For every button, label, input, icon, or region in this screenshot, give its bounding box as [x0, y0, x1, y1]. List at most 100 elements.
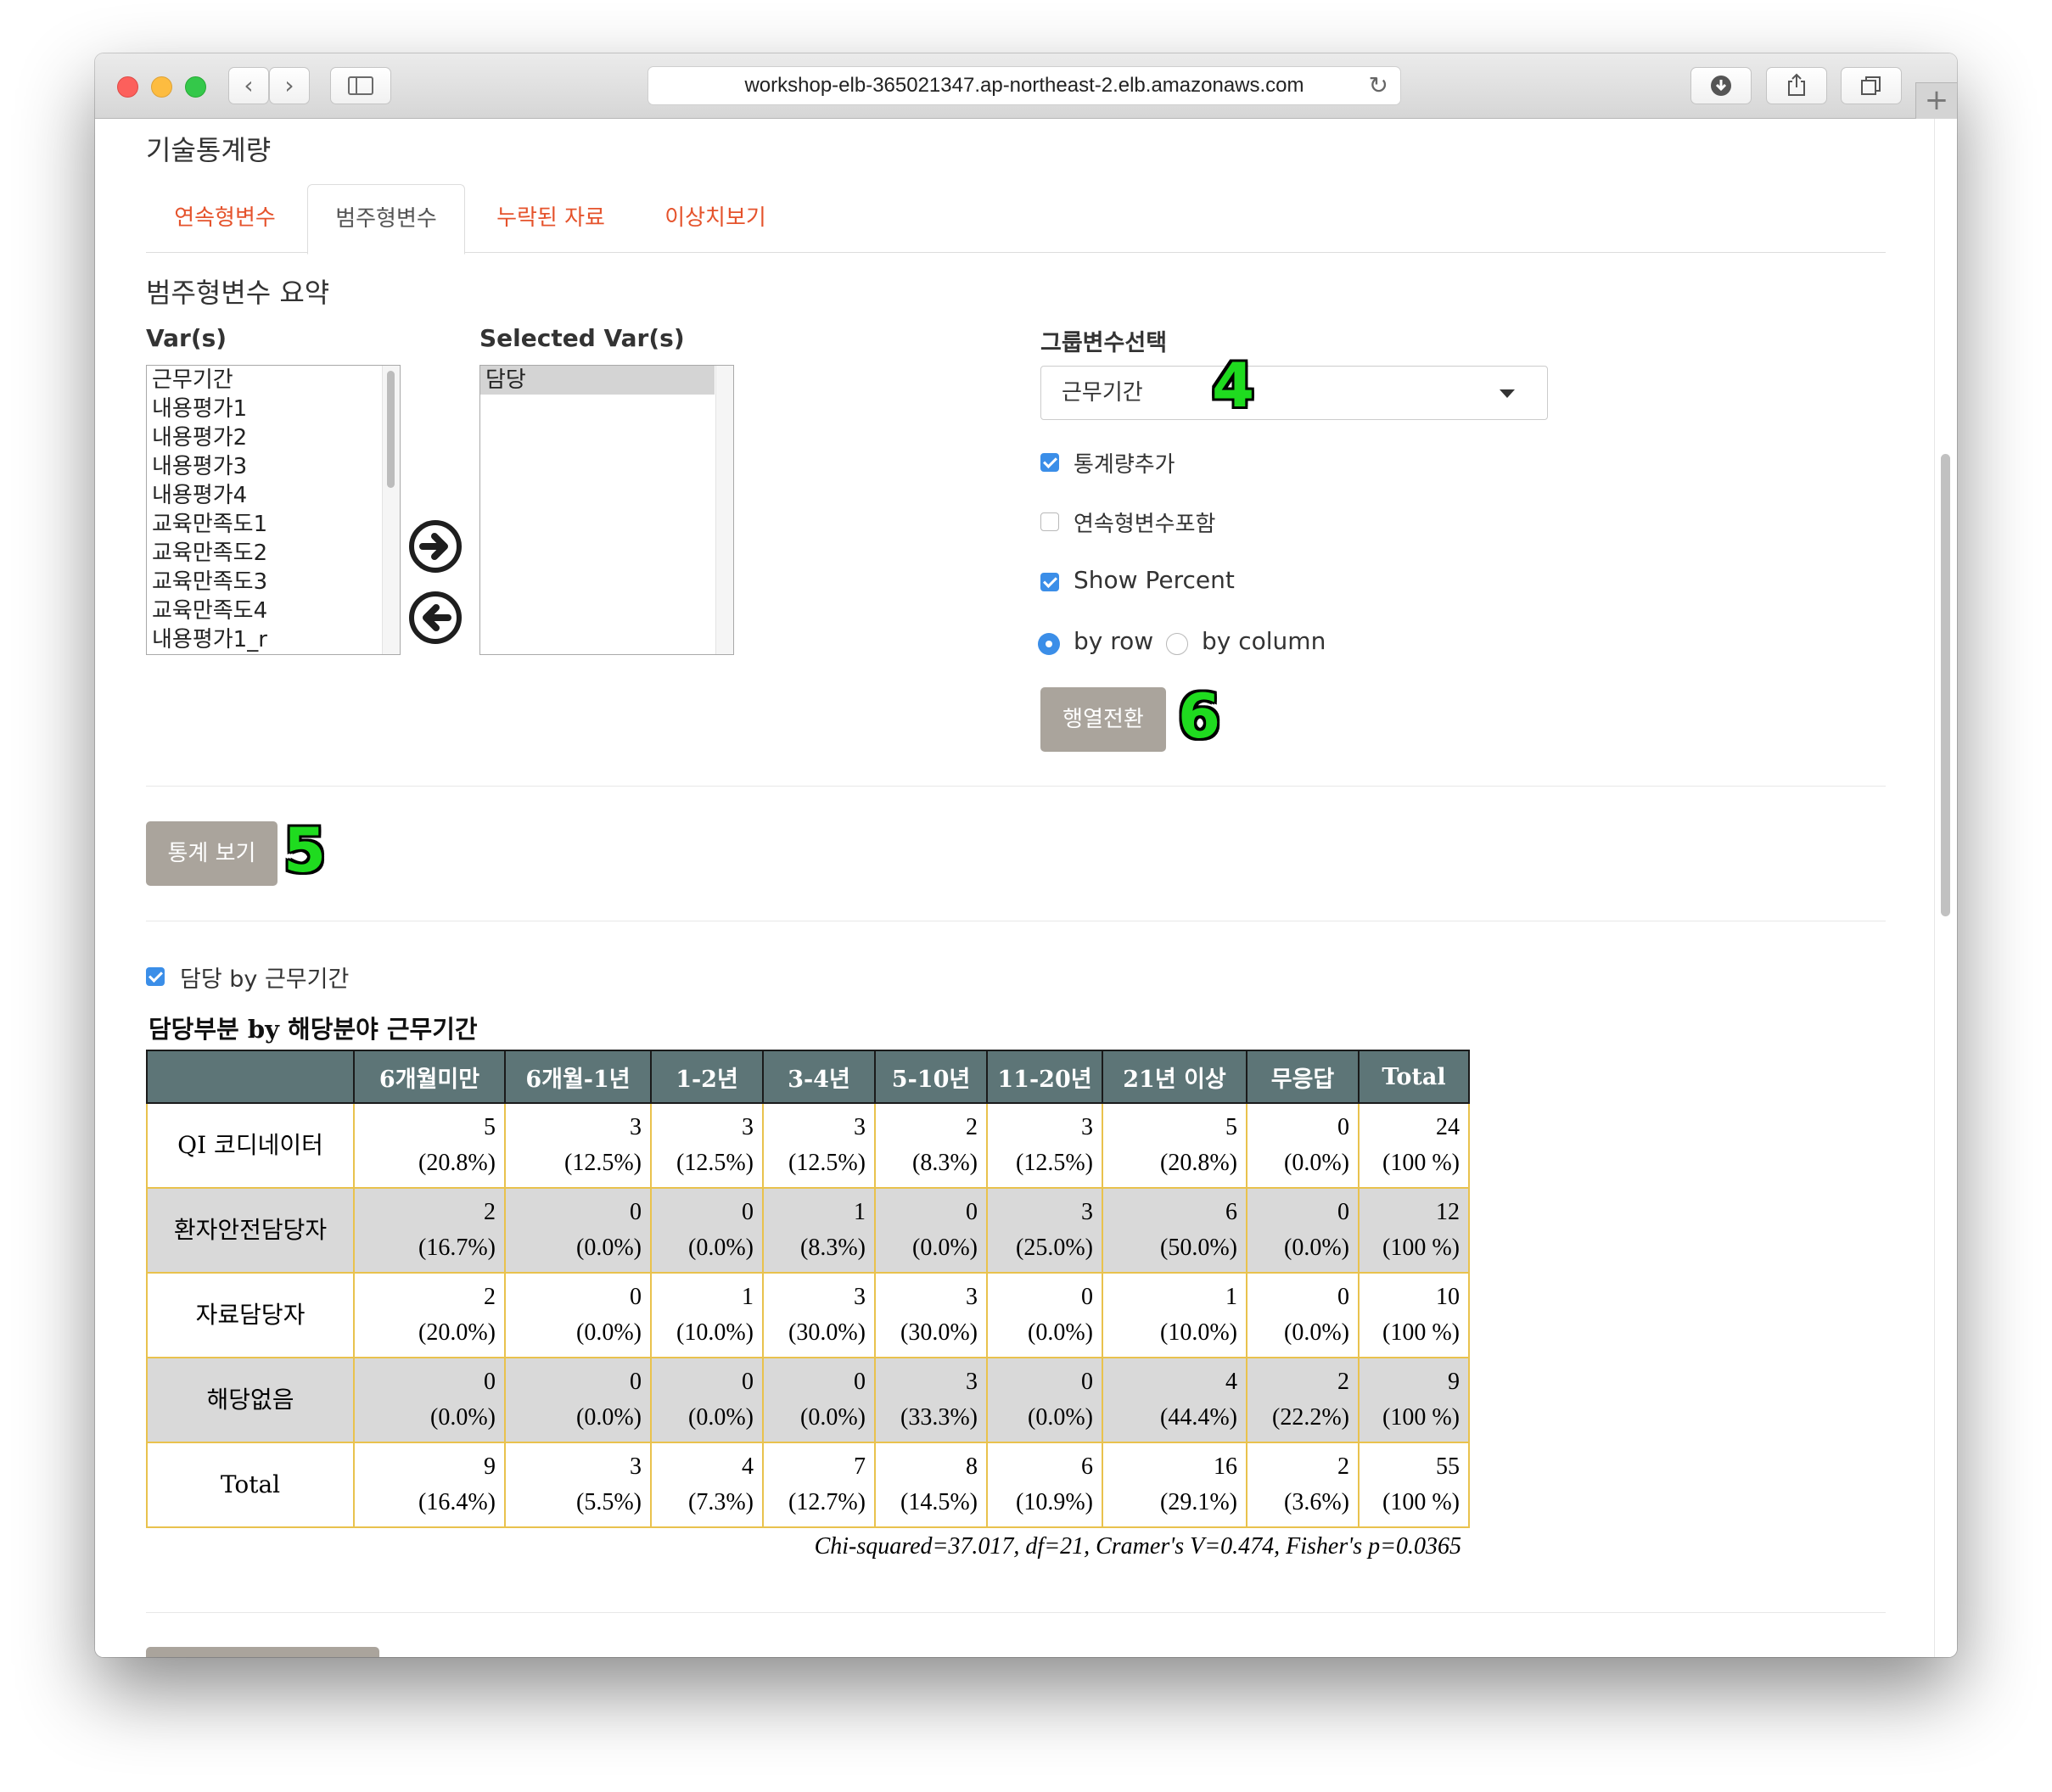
tab-missing[interactable]: 누락된 자료: [468, 184, 633, 252]
list-item[interactable]: 내용평가2: [147, 423, 400, 452]
list-item[interactable]: 교육만족도2: [147, 539, 400, 568]
table-row: 자료담당자 2 (20.0%) 0 (0.0%) 1 (10.0%) 3 (30.0%) 3 (30…: [146, 1272, 1470, 1358]
vars-listbox[interactable]: 근무기간 내용평가1 내용평가2 내용평가3 내용평가4 교육만족도1 교육만족…: [146, 365, 401, 655]
cell-percent: (12.5%): [1016, 1150, 1093, 1176]
forward-button[interactable]: ›: [269, 67, 310, 104]
listbox-scroll-thumb[interactable]: [387, 371, 395, 488]
transpose-button[interactable]: 행열전환: [1040, 687, 1166, 752]
table-cell: 3 (33.3%): [874, 1357, 988, 1443]
cell-count: 2: [1337, 1453, 1349, 1480]
list-item[interactable]: 내용평가3: [147, 452, 400, 481]
cell-count: 8: [966, 1453, 978, 1480]
row-label: QI 코디네이터: [146, 1102, 355, 1189]
add-stats-checkbox[interactable]: [1040, 453, 1059, 472]
table-cell: 3 (30.0%): [762, 1272, 876, 1358]
cell-count: 1: [854, 1199, 866, 1225]
tab-categorical[interactable]: 범주형변수: [307, 184, 465, 255]
cell-count: 3: [966, 1369, 978, 1395]
close-window-button[interactable]: [117, 76, 138, 98]
table-cell: 0 (0.0%): [650, 1187, 764, 1274]
cell-percent: (12.5%): [676, 1150, 754, 1176]
new-tab-button[interactable]: +: [1915, 82, 1957, 119]
cell-percent: (100 %): [1382, 1235, 1460, 1261]
show-percent-checkbox[interactable]: [1040, 573, 1059, 591]
include-continuous-checkbox[interactable]: [1040, 512, 1059, 531]
cell-count: 3: [1081, 1199, 1093, 1225]
table-cell: 8 (14.5%): [874, 1442, 988, 1528]
list-item[interactable]: 내용평가1_r: [147, 625, 400, 654]
cell-percent: (12.5%): [788, 1150, 866, 1176]
table-cell: 3 (25.0%): [986, 1187, 1103, 1274]
downloads-button[interactable]: [1690, 67, 1752, 104]
list-item[interactable]: 내용평가1: [147, 395, 400, 423]
tab-outliers[interactable]: 이상치보기: [636, 184, 794, 252]
table-cell: 5 (20.8%): [353, 1102, 506, 1189]
table-cell: 0 (0.0%): [1246, 1102, 1360, 1189]
list-item[interactable]: 교육만족도1: [147, 510, 400, 539]
cell-percent: (0.0%): [1028, 1319, 1093, 1346]
result-checkbox-label: 담당 by 근무기간: [180, 966, 350, 993]
divider: [146, 786, 1886, 787]
caret-down-icon: [1500, 389, 1515, 398]
cell-count: 0: [630, 1199, 642, 1225]
cell-percent: (12.5%): [564, 1150, 642, 1176]
table-cell: 0 (0.0%): [986, 1272, 1103, 1358]
list-item[interactable]: 교육만족도4: [147, 596, 400, 625]
tabs-overview-button[interactable]: [1841, 67, 1902, 104]
cell-count: 4: [742, 1453, 754, 1480]
cell-count: 0: [966, 1199, 978, 1225]
by-column-radio[interactable]: [1166, 633, 1188, 655]
list-item[interactable]: 근무기간: [147, 366, 400, 395]
cell-percent: (0.0%): [912, 1235, 978, 1261]
by-row-label: by row: [1074, 627, 1154, 655]
table-cell: 2 (22.2%): [1246, 1357, 1360, 1443]
sidebar-icon: [348, 76, 373, 95]
cell-percent: (20.0%): [418, 1319, 496, 1346]
list-item[interactable]: 교육만족도3: [147, 568, 400, 596]
cell-count: 0: [484, 1369, 496, 1395]
cell-count: 3: [854, 1284, 866, 1310]
row-label: 자료담당자: [146, 1272, 355, 1358]
remove-var-button[interactable]: [409, 591, 462, 644]
share-button[interactable]: [1766, 67, 1827, 104]
table-header: 3-4년: [762, 1050, 876, 1104]
listbox-scrollbar[interactable]: [382, 366, 400, 654]
selected-vars-listbox[interactable]: 담당: [479, 365, 734, 655]
table-row: QI 코디네이터 5 (20.8%) 3 (12.5%) 3 (12.5%) 3 (12.5%)…: [146, 1102, 1470, 1189]
annotation-marker-6: 6: [1178, 680, 1221, 752]
table-cell: 0 (0.0%): [874, 1187, 988, 1274]
reload-icon[interactable]: ↻: [1369, 67, 1388, 104]
list-item[interactable]: 내용평가4: [147, 481, 400, 510]
table-cell: 0 (0.0%): [1246, 1187, 1360, 1274]
download-button-partial[interactable]: [146, 1647, 379, 1657]
cell-percent: (0.0%): [576, 1319, 642, 1346]
listbox-scrollbar[interactable]: [715, 366, 733, 654]
table-cell: 6 (10.9%): [986, 1442, 1103, 1528]
back-button[interactable]: ‹: [228, 67, 269, 104]
cell-count: 3: [1081, 1114, 1093, 1140]
tab-continuous[interactable]: 연속형변수: [146, 184, 304, 252]
page-scrollbar[interactable]: [1941, 454, 1950, 916]
group-var-select[interactable]: 근무기간: [1040, 366, 1548, 420]
table-cell: 0 (0.0%): [504, 1357, 652, 1443]
table-cell: 3 (12.5%): [986, 1102, 1103, 1189]
cell-count: 3: [854, 1114, 866, 1140]
cell-count: 2: [966, 1114, 978, 1140]
list-item[interactable]: 담당: [480, 366, 715, 395]
cell-count: 0: [742, 1369, 754, 1395]
zoom-window-button[interactable]: [185, 76, 206, 98]
table-cell: 7 (12.7%): [762, 1442, 876, 1528]
result-checkbox[interactable]: [146, 967, 165, 986]
sidebar-toggle-button[interactable]: [330, 67, 391, 104]
view-stats-button[interactable]: 통계 보기: [146, 821, 278, 886]
by-row-radio[interactable]: [1038, 633, 1060, 655]
minimize-window-button[interactable]: [151, 76, 172, 98]
table-cell: 5 (20.8%): [1102, 1102, 1247, 1189]
cell-count: 2: [484, 1199, 496, 1225]
address-bar[interactable]: workshop-elb-365021347.ap-northeast-2.el…: [648, 66, 1401, 105]
page-content: 기술통계량 연속형변수 범주형변수 누락된 자료 이상치보기 범주형변수 요약 …: [95, 119, 1957, 1657]
cell-count: 6: [1081, 1453, 1093, 1480]
cell-percent: (100 %): [1382, 1404, 1460, 1431]
add-var-button[interactable]: [409, 520, 462, 573]
cell-percent: (10.0%): [1160, 1319, 1237, 1346]
